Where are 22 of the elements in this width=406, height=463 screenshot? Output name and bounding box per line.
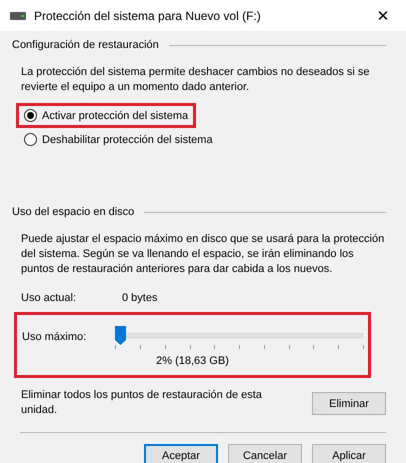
description-text: La protección del sistema permite deshacer cambios no deseados si se revierte el equipo a un momento dado anterior. bbox=[21, 65, 371, 95]
section-heading: Configuración de restauración bbox=[12, 39, 159, 51]
description-text: Puede ajustar el espacio máximo en disco que se usará para la protección del sistema. Según se va llenando el espacio, se irán eliminando los puntos de restauración anteriores para dar cabida a los nuevos. bbox=[21, 232, 386, 277]
usage-slider[interactable] bbox=[115, 325, 363, 349]
radio-button[interactable] bbox=[24, 109, 37, 122]
radio-option[interactable]: Deshabilitar protección del sistema bbox=[24, 133, 213, 146]
radio-option[interactable]: Activar protección del sistema bbox=[24, 109, 188, 122]
radio-button[interactable] bbox=[24, 133, 37, 146]
slider-thumb[interactable] bbox=[115, 326, 126, 345]
delete-description: Eliminar todos los puntos de restauración de esta unidad. bbox=[21, 388, 263, 418]
section-heading: Uso del espacio en disco bbox=[12, 206, 134, 218]
dialog-button[interactable]: Aplicar bbox=[312, 444, 386, 463]
field-value: 0 bytes bbox=[122, 292, 158, 304]
window-title: Protección del sistema para Nuevo vol (F:) bbox=[34, 8, 262, 22]
field-label: Uso actual: bbox=[21, 292, 78, 304]
field-label: Uso máximo: bbox=[22, 331, 88, 343]
delete-button[interactable]: Eliminar bbox=[312, 392, 386, 415]
drive-icon bbox=[10, 12, 26, 20]
dialog-button[interactable]: Aceptar bbox=[144, 444, 218, 463]
dialog-button[interactable]: Cancelar bbox=[228, 444, 302, 463]
close-button[interactable]: ✕ bbox=[360, 0, 406, 31]
slider-reading: 2% (18,63 GB) bbox=[155, 355, 230, 369]
